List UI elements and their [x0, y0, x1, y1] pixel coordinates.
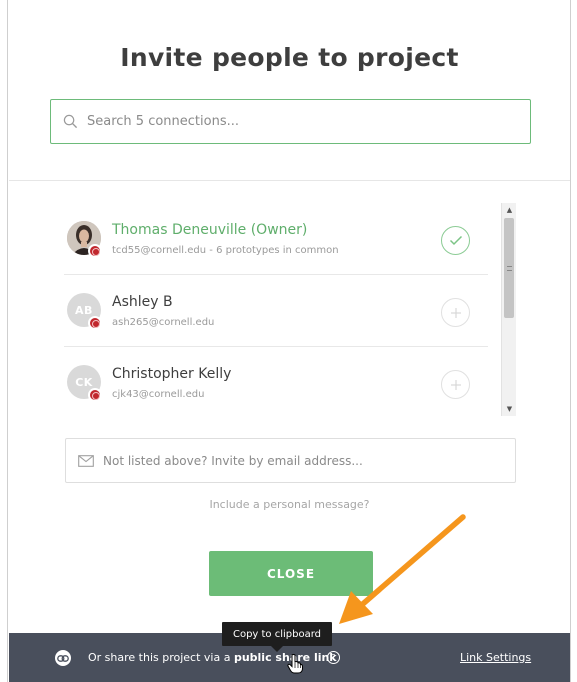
- add-connection-button[interactable]: [441, 298, 470, 327]
- list-item[interactable]: CK Christopher Kelly cjk43@cornell.edu: [64, 347, 488, 417]
- connection-email: cjk43@cornell.edu: [112, 389, 205, 400]
- connection-email: tcd55@cornell.edu - 6 prototypes in comm…: [112, 245, 339, 256]
- invite-email-input[interactable]: [103, 453, 503, 468]
- connection-name: Thomas Deneuville (Owner): [112, 222, 308, 238]
- public-share-link[interactable]: public share link: [234, 651, 337, 664]
- university-badge: [88, 244, 102, 258]
- connection-name: Christopher Kelly: [112, 366, 232, 382]
- section-divider: [9, 180, 570, 181]
- university-badge: [88, 388, 102, 402]
- add-connection-button[interactable]: [441, 370, 470, 399]
- check-icon: [449, 235, 462, 246]
- envelope-icon: [78, 454, 94, 467]
- scroll-down-arrow[interactable]: ▼: [502, 402, 517, 416]
- invite-dialog: Invite people to project Thomas Deneuvil…: [9, 0, 570, 682]
- list-scrollbar[interactable]: ▲ ▼: [501, 203, 516, 416]
- help-icon[interactable]: ?: [327, 651, 340, 664]
- search-field[interactable]: [50, 99, 531, 144]
- scroll-up-arrow[interactable]: ▲: [502, 203, 517, 217]
- list-item[interactable]: AB Ashley B ash265@cornell.edu: [64, 275, 488, 347]
- link-icon[interactable]: [55, 650, 71, 666]
- list-item[interactable]: Thomas Deneuville (Owner) tcd55@cornell.…: [64, 203, 488, 275]
- dialog-title: Invite people to project: [120, 43, 459, 72]
- personal-message-link[interactable]: Include a personal message?: [9, 498, 570, 511]
- window-frame-right: [570, 0, 577, 682]
- window-frame-left: [0, 0, 8, 682]
- scroll-thumb[interactable]: [504, 218, 514, 318]
- connection-email: ash265@cornell.edu: [112, 317, 215, 328]
- connection-name: Ashley B: [112, 294, 173, 310]
- plus-icon: [450, 379, 461, 390]
- search-input[interactable]: [87, 114, 507, 129]
- hand-cursor-icon: [287, 654, 303, 674]
- invite-email-field[interactable]: [65, 438, 516, 483]
- link-settings-link[interactable]: Link Settings: [460, 651, 531, 664]
- copy-tooltip: Copy to clipboard: [222, 622, 332, 652]
- share-text-prefix: Or share this project via a: [88, 651, 234, 664]
- university-badge: [88, 316, 102, 330]
- plus-icon: [450, 307, 461, 318]
- connections-list[interactable]: Thomas Deneuville (Owner) tcd55@cornell.…: [64, 203, 488, 417]
- added-toggle-button[interactable]: [441, 226, 470, 255]
- annotation-arrow-icon: [339, 514, 466, 624]
- search-icon: [63, 114, 78, 129]
